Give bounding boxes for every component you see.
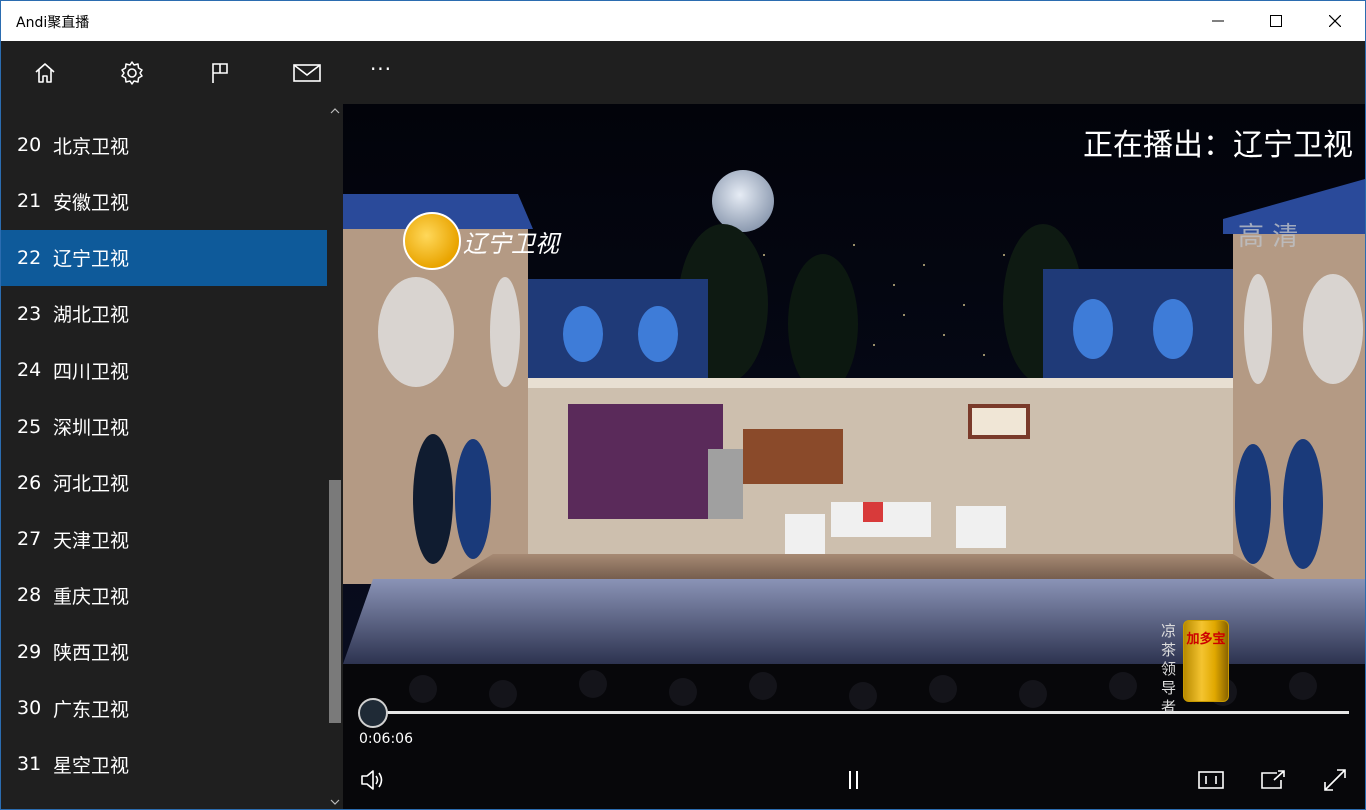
close-icon: [1329, 15, 1341, 27]
station-logo-disc: [403, 212, 461, 270]
progress-track[interactable]: [373, 711, 1349, 714]
channel-number: 27: [17, 528, 42, 551]
channel-name: 河北卫视: [53, 473, 130, 496]
cast-button[interactable]: [1257, 764, 1289, 796]
pause-button[interactable]: [838, 764, 870, 796]
channel-number: 24: [17, 359, 42, 382]
channel-name: 深圳卫视: [53, 417, 130, 439]
mail-icon: [293, 64, 321, 82]
channel-item[interactable]: 22 辽宁卫视: [1, 229, 327, 286]
station-logo-text: 辽宁卫视: [463, 229, 559, 258]
channel-item[interactable]: 27 天津卫视: [1, 511, 327, 567]
flag-icon: [212, 63, 228, 83]
channel-item[interactable]: 20 北京卫视: [1, 117, 327, 173]
channel-item[interactable]: 28 重庆卫视: [1, 567, 327, 623]
scroll-up-icon[interactable]: [330, 106, 340, 116]
settings-button[interactable]: [112, 53, 152, 93]
channel-name: 辽宁卫视: [53, 248, 130, 271]
channel-item[interactable]: 26 河北卫视: [1, 455, 327, 511]
channel-item[interactable]: 30 广东卫视: [1, 680, 327, 736]
channel-number: 28: [17, 584, 42, 607]
home-icon: [35, 63, 55, 83]
channel-item[interactable]: 25 深圳卫视: [1, 399, 327, 455]
channel-number: 26: [17, 471, 42, 494]
now-playing-label: 正在播出：辽宁卫视: [1083, 128, 1353, 163]
channel-item[interactable]: 23 湖北卫视: [1, 286, 327, 342]
app-window: Andi聚直播 ··· 20 北京卫视 21 安徽卫视 22 辽宁卫视 23 湖…: [0, 0, 1366, 810]
channel-name: 四川卫视: [53, 360, 130, 383]
channel-item[interactable]: 29 陕西卫视: [1, 624, 327, 680]
channel-number: 30: [17, 697, 42, 719]
pause-icon: [849, 771, 858, 789]
maximize-icon: [1270, 15, 1282, 27]
progress-knob[interactable]: [358, 698, 388, 728]
cast-icon: [1261, 770, 1285, 789]
current-time: 0:06:06: [359, 731, 413, 747]
fullscreen-button[interactable]: [1319, 764, 1351, 796]
channel-name: 湖北卫视: [53, 304, 130, 327]
title-bar: Andi聚直播: [1, 1, 1365, 41]
video-frame: [343, 104, 1365, 809]
channel-item[interactable]: 24 四川卫视: [1, 342, 327, 398]
scroll-down-icon[interactable]: [330, 797, 340, 807]
hd-watermark: 高 清: [1238, 222, 1299, 252]
moon: [712, 170, 774, 232]
sponsor-can: 加多宝: [1183, 620, 1229, 702]
volume-icon: [361, 770, 383, 790]
channel-number: 20: [17, 134, 42, 156]
minimize-icon: [1212, 20, 1224, 22]
minimize-button[interactable]: [1189, 1, 1247, 41]
channel-number: 23: [17, 302, 42, 325]
channel-number: 29: [17, 640, 42, 663]
channel-name: 安徽卫视: [53, 191, 130, 214]
sponsor-can-text: 加多宝: [1186, 632, 1226, 647]
more-button[interactable]: ···: [361, 49, 401, 89]
channel-number: 31: [17, 753, 42, 776]
channel-name: 陕西卫视: [53, 642, 130, 665]
channel-name: 星空卫视: [53, 754, 130, 777]
aspect-ratio-button[interactable]: [1195, 764, 1227, 796]
close-button[interactable]: [1306, 1, 1364, 41]
maximize-button[interactable]: [1247, 1, 1305, 41]
toolbar: ···: [1, 41, 1365, 104]
aspect-ratio-icon: [1198, 771, 1224, 789]
home-button[interactable]: [25, 53, 65, 93]
channel-name: 天津卫视: [53, 529, 130, 552]
fullscreen-icon: [1324, 769, 1346, 791]
more-label: ···: [369, 57, 393, 81]
channel-number: 21: [17, 190, 42, 213]
channel-name: 重庆卫视: [53, 585, 130, 608]
channel-number: 22: [17, 246, 42, 269]
scrollbar[interactable]: [327, 104, 343, 809]
station-logo: 辽宁卫视: [403, 212, 559, 270]
channel-name: 广东卫视: [53, 698, 130, 721]
mail-button[interactable]: [287, 53, 327, 93]
channel-name: 北京卫视: [53, 135, 130, 158]
channel-item[interactable]: 21 安徽卫视: [1, 173, 327, 229]
flag-button[interactable]: [200, 53, 240, 93]
channel-number: 25: [17, 415, 42, 438]
scrollbar-thumb[interactable]: [329, 480, 341, 723]
settings-icon: [121, 61, 143, 85]
sponsor-slogan: 凉茶领导者: [1161, 622, 1177, 716]
volume-button[interactable]: [357, 764, 389, 796]
channel-item[interactable]: 31 星空卫视: [1, 736, 327, 792]
window-title: Andi聚直播: [16, 15, 90, 31]
video-player[interactable]: 正在播出：辽宁卫视 辽宁卫视 高 清 凉茶领导者 加多宝 0:06:06: [343, 104, 1365, 809]
channel-list: 20 北京卫视 21 安徽卫视 22 辽宁卫视 23 湖北卫视 24 四川卫视 25 深圳卫视 26 河北…: [1, 104, 343, 809]
